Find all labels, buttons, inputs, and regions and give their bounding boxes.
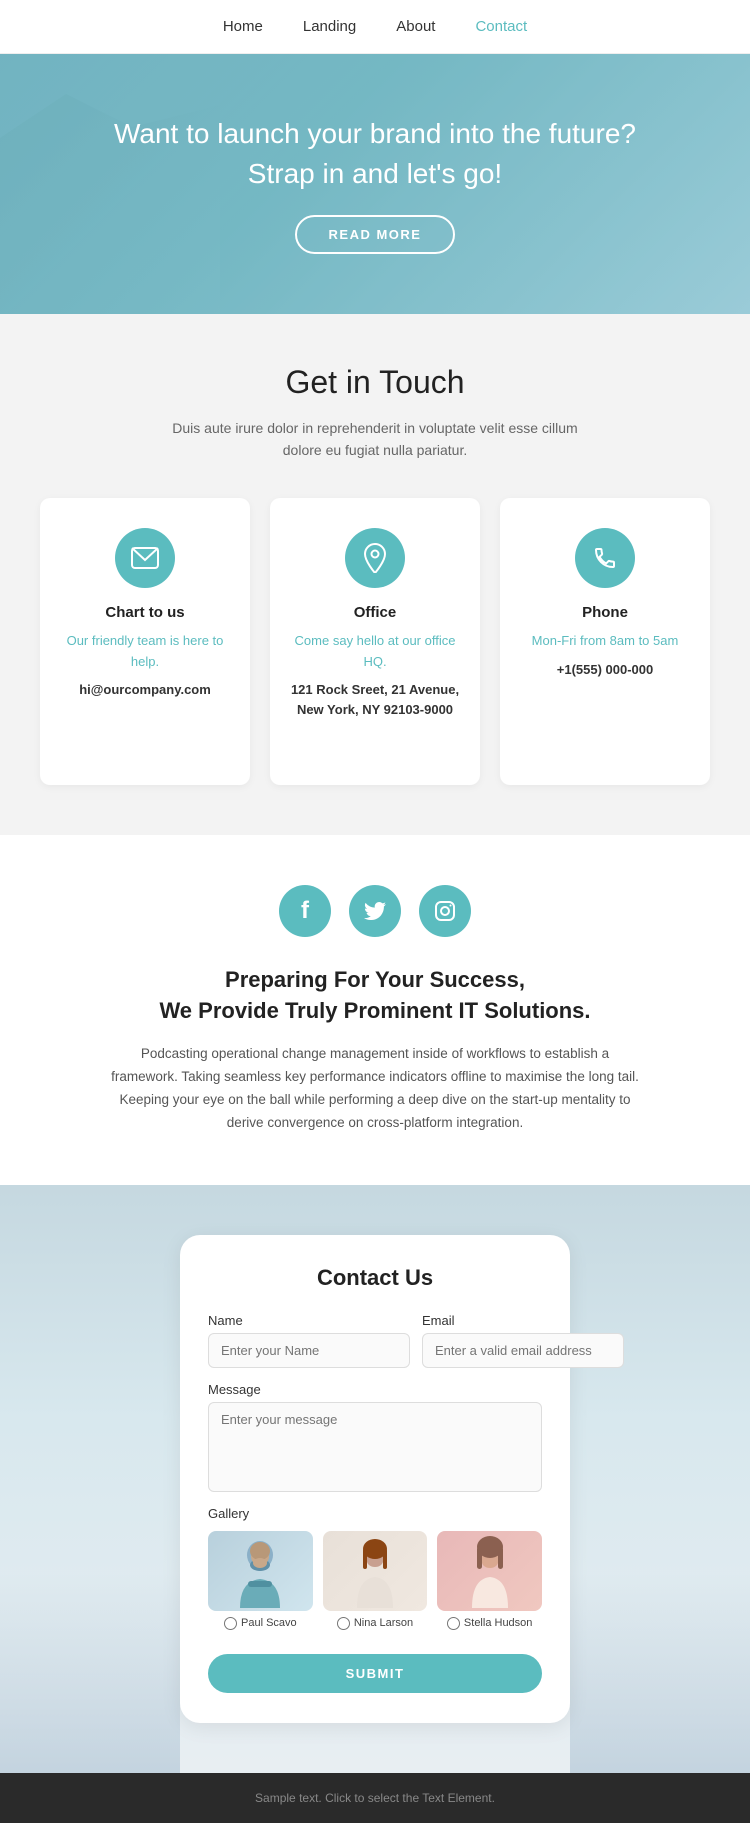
name-label: Name — [208, 1313, 410, 1328]
nav-about[interactable]: About — [396, 18, 435, 35]
social-section: f Preparing For Your Success, We Provide… — [0, 835, 750, 1184]
card-sub-phone: Mon-Fri from 8am to 5am — [520, 631, 690, 652]
gallery-item-1: Nina Larson — [323, 1531, 428, 1634]
contact-card-office: Office Come say hello at our office HQ. … — [270, 498, 480, 786]
gallery-radio-row-0: Paul Scavo — [208, 1617, 313, 1630]
get-in-touch-description: Duis aute irure dolor in reprehenderit i… — [155, 417, 595, 462]
gallery-radio-stella[interactable] — [447, 1617, 460, 1630]
email-input[interactable] — [422, 1333, 624, 1368]
gallery-item-2: Stella Hudson — [437, 1531, 542, 1634]
gallery-item-0: Paul Scavo — [208, 1531, 313, 1634]
facebook-icon[interactable]: f — [279, 885, 331, 937]
card-sub-email: Our friendly team is here to help. — [60, 631, 230, 673]
social-headline: Preparing For Your Success, We Provide T… — [40, 965, 710, 1027]
gallery-radio-paul[interactable] — [224, 1617, 237, 1630]
card-title-phone: Phone — [520, 604, 690, 621]
gallery-section: Gallery — [208, 1506, 542, 1634]
email-group: Email — [422, 1313, 624, 1368]
social-description: Podcasting operational change management… — [110, 1043, 640, 1135]
card-title-email: Chart to us — [60, 604, 230, 621]
gallery-caption-stella: Stella Hudson — [464, 1617, 533, 1629]
footer-text: Sample text. Click to select the Text El… — [18, 1791, 732, 1805]
contact-card-phone: Phone Mon-Fri from 8am to 5am +1(555) 00… — [500, 498, 710, 786]
nav-contact[interactable]: Contact — [475, 18, 527, 35]
get-in-touch-section: Get in Touch Duis aute irure dolor in re… — [0, 314, 750, 835]
instagram-icon[interactable] — [419, 885, 471, 937]
read-more-button[interactable]: READ MORE — [295, 215, 456, 254]
name-group: Name — [208, 1313, 410, 1368]
contact-section: Contact Us Name Email Message Gallery — [0, 1185, 750, 1773]
card-title-office: Office — [290, 604, 460, 621]
gallery-radio-nina[interactable] — [337, 1617, 350, 1630]
city-right-bg — [570, 1573, 750, 1773]
gallery-grid: Paul Scavo — [208, 1531, 542, 1634]
location-icon — [345, 528, 405, 588]
get-in-touch-title: Get in Touch — [40, 364, 710, 401]
nav-home[interactable]: Home — [223, 18, 263, 35]
gallery-label: Gallery — [208, 1506, 542, 1521]
hero-headline: Want to launch your brand into the futur… — [95, 114, 655, 192]
city-left-bg — [0, 1573, 180, 1773]
message-group: Message — [208, 1382, 542, 1492]
phone-icon — [575, 528, 635, 588]
gallery-radio-row-1: Nina Larson — [323, 1617, 428, 1630]
hero-section: Want to launch your brand into the futur… — [0, 54, 750, 314]
nav-landing[interactable]: Landing — [303, 18, 356, 35]
email-label: Email — [422, 1313, 624, 1328]
gallery-caption-paul: Paul Scavo — [241, 1617, 297, 1629]
gallery-img-stella — [437, 1531, 542, 1611]
card-detail-phone: +1(555) 000-000 — [520, 660, 690, 680]
twitter-icon[interactable] — [349, 885, 401, 937]
footer: Sample text. Click to select the Text El… — [0, 1773, 750, 1823]
name-input[interactable] — [208, 1333, 410, 1368]
contact-form-card: Contact Us Name Email Message Gallery — [180, 1235, 570, 1723]
social-icons-row: f — [40, 885, 710, 937]
name-email-row: Name Email — [208, 1313, 542, 1368]
contact-card-email: Chart to us Our friendly team is here to… — [40, 498, 250, 786]
main-nav: Home Landing About Contact — [0, 0, 750, 54]
email-icon — [115, 528, 175, 588]
message-label: Message — [208, 1382, 542, 1397]
gallery-img-nina — [323, 1531, 428, 1611]
gallery-caption-nina: Nina Larson — [354, 1617, 413, 1629]
message-textarea[interactable] — [208, 1402, 542, 1492]
submit-button[interactable]: SUBMIT — [208, 1654, 542, 1693]
contact-form-title: Contact Us — [208, 1265, 542, 1291]
contact-cards: Chart to us Our friendly team is here to… — [40, 498, 710, 786]
card-detail-email: hi@ourcompany.com — [60, 680, 230, 700]
card-sub-office: Come say hello at our office HQ. — [290, 631, 460, 673]
gallery-img-paul — [208, 1531, 313, 1611]
gallery-radio-row-2: Stella Hudson — [437, 1617, 542, 1630]
card-detail-office: 121 Rock Sreet, 21 Avenue, New York, NY … — [290, 680, 460, 719]
